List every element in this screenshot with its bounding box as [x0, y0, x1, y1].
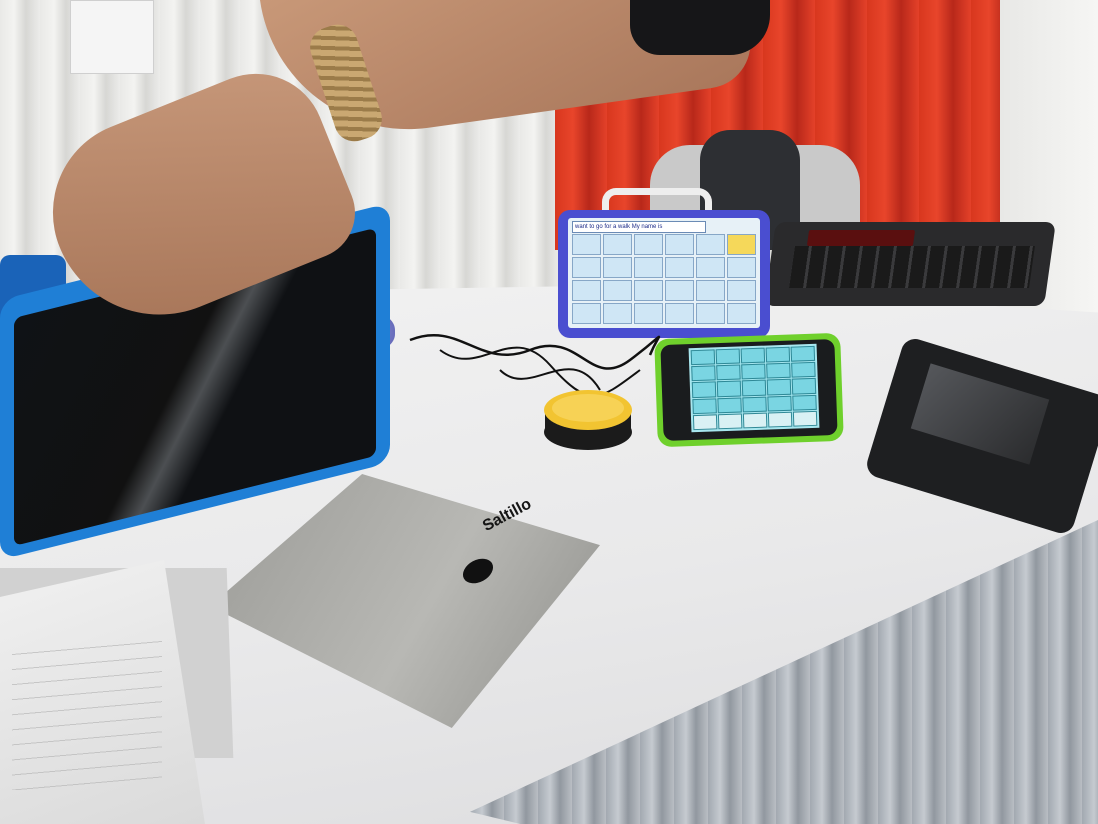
symbol-cell: [691, 365, 716, 382]
symbol-cell: [716, 380, 742, 397]
symbol-cell: [692, 414, 718, 431]
symbol-cell: [741, 363, 766, 380]
symbol-cell: [741, 379, 767, 397]
symbol-cell: [717, 413, 743, 430]
symbol-cell: [766, 379, 792, 396]
paper-text-lines: [12, 640, 162, 790]
symbol-cell: [692, 397, 717, 414]
symbol-cell: [572, 280, 601, 301]
symbol-cell: [715, 348, 741, 365]
symbol-cell: [696, 257, 725, 278]
symbol-cell: [790, 345, 816, 362]
symbol-cell: [603, 280, 632, 301]
symbol-cell: [791, 378, 817, 395]
black-sleeve: [630, 0, 770, 55]
symbol-cell: [792, 394, 817, 411]
yellow-switch-button: [544, 390, 632, 450]
symbol-cell: [690, 349, 716, 366]
symbol-cell: [791, 362, 816, 379]
symbol-cell: [696, 234, 725, 255]
symbol-cell: [572, 257, 601, 278]
symbol-cell: [727, 280, 756, 301]
symbol-cell: [767, 411, 793, 428]
keyboard-keys: [789, 246, 1035, 288]
symbol-cell: [767, 395, 792, 412]
symbol-cell: [665, 234, 694, 255]
symbol-cell: [727, 257, 756, 278]
symbol-cell: [696, 303, 725, 324]
symbol-cell: [792, 410, 818, 427]
symbol-cell: [696, 280, 725, 301]
symbol-cell: [727, 303, 756, 324]
phone-screen: [688, 343, 820, 433]
symbol-cell: [765, 346, 791, 363]
center-tablet-message-bar: want to go for a walk My name is: [572, 221, 706, 233]
symbol-cell: [634, 280, 663, 301]
symbol-cell: [742, 396, 767, 413]
symbol-cell: [727, 234, 756, 255]
symbol-cell: [717, 397, 742, 414]
symbol-cell: [603, 234, 632, 255]
symbol-cell: [603, 257, 632, 278]
phone-symbol-grid: [690, 345, 818, 431]
symbol-cell: [766, 362, 791, 379]
wall-sign: [70, 0, 154, 74]
symbol-grid: [572, 234, 756, 324]
symbol-cell: [572, 234, 601, 255]
center-tablet-screen: want to go for a walk My name is: [568, 218, 760, 328]
symbol-cell: [691, 381, 717, 398]
symbol-cell: [665, 280, 694, 301]
symbol-cell: [665, 257, 694, 278]
symbol-cell: [634, 257, 663, 278]
symbol-cell: [634, 234, 663, 255]
symbol-cell: [740, 347, 766, 364]
symbol-cell: [742, 412, 768, 429]
symbol-cell: [716, 364, 741, 381]
keyboard-display: [806, 230, 916, 246]
